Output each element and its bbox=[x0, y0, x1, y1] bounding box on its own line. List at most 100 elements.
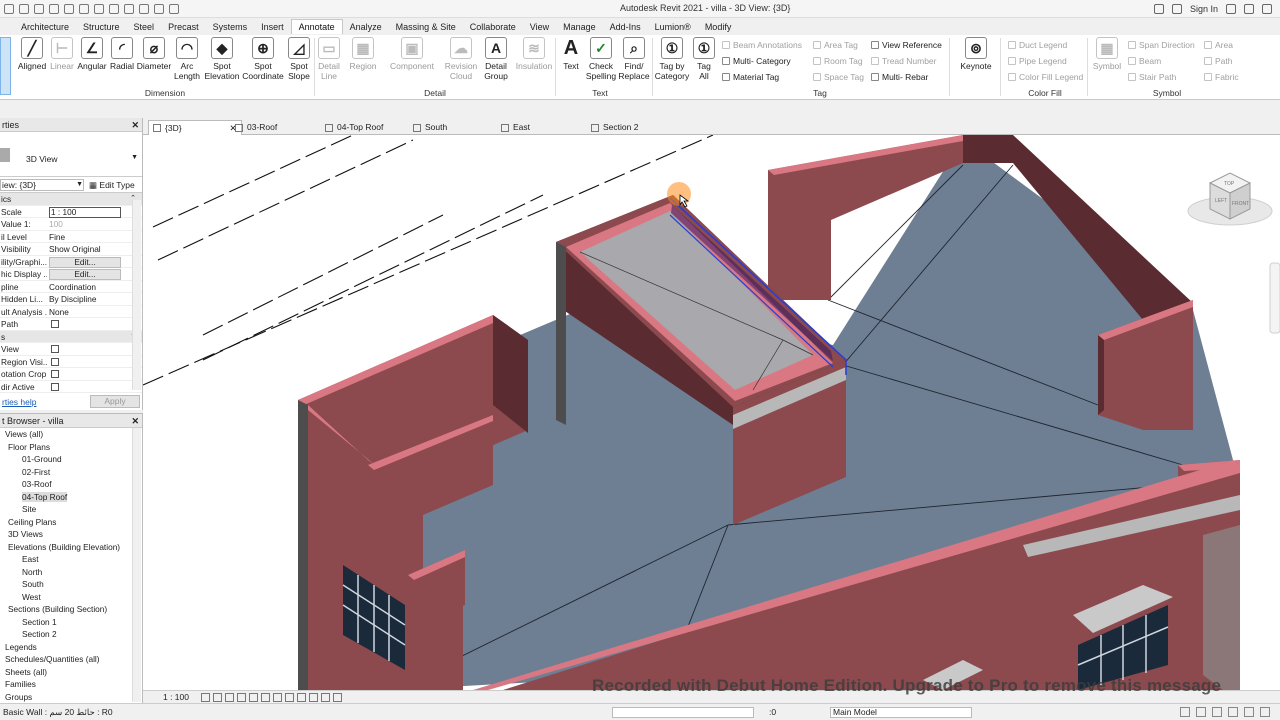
browser-node[interactable]: Site bbox=[0, 503, 142, 516]
multi-category-button[interactable]: Multi- Category bbox=[722, 56, 791, 66]
browser-node[interactable]: Legends bbox=[0, 641, 142, 654]
area-tag-button[interactable]: Area Tag bbox=[813, 40, 858, 50]
render-icon[interactable] bbox=[249, 693, 258, 702]
select-pinned-icon[interactable] bbox=[1212, 707, 1222, 717]
aligned-dimension-button[interactable]: ╱ Aligned bbox=[16, 37, 48, 71]
view-instance-select[interactable]: iew: {3D} ▼ bbox=[0, 179, 84, 191]
measure-icon[interactable] bbox=[79, 4, 89, 14]
stair-path-button[interactable]: Stair Path bbox=[1128, 72, 1176, 82]
revision-cloud-button[interactable]: ☁ Revision Cloud bbox=[442, 37, 480, 81]
3d-view-icon[interactable] bbox=[109, 4, 119, 14]
property-row[interactable]: ult Analysis ... None bbox=[0, 306, 142, 318]
browser-node[interactable]: Schedules/Quantities (all) bbox=[0, 653, 142, 666]
select-links-icon[interactable] bbox=[1180, 707, 1190, 717]
property-row[interactable]: Scale 1 : 100 bbox=[0, 206, 142, 218]
property-row[interactable]: Path bbox=[0, 318, 142, 331]
thin-lines-icon[interactable] bbox=[139, 4, 149, 14]
close-hidden-icon[interactable] bbox=[154, 4, 164, 14]
print-icon[interactable] bbox=[64, 4, 74, 14]
search-icon[interactable] bbox=[1153, 4, 1164, 14]
select-underlay-icon[interactable] bbox=[1196, 707, 1206, 717]
filter-icon[interactable] bbox=[1260, 707, 1270, 717]
property-row[interactable]: il Level Fine bbox=[0, 231, 142, 243]
sun-path-icon[interactable] bbox=[225, 693, 234, 702]
ribbon-tab-steel[interactable]: Steel bbox=[127, 20, 162, 34]
view-tab[interactable]: South bbox=[413, 120, 447, 135]
property-checkbox[interactable] bbox=[51, 370, 59, 378]
browser-node[interactable]: 04-Top Roof bbox=[0, 491, 142, 504]
help-icon[interactable] bbox=[1262, 4, 1272, 14]
symbol-button[interactable]: ▦ Symbol bbox=[1090, 37, 1124, 71]
apply-button[interactable]: Apply bbox=[90, 395, 140, 408]
drag-elements-icon[interactable] bbox=[1244, 707, 1254, 717]
property-checkbox[interactable] bbox=[51, 345, 59, 353]
path-symbol-button[interactable]: Path bbox=[1204, 56, 1233, 66]
text-button[interactable]: A Text bbox=[558, 37, 584, 71]
select-by-face-icon[interactable] bbox=[1228, 707, 1238, 717]
detail-group-button[interactable]: A Detail Group bbox=[482, 37, 510, 81]
highlight-displacement-icon[interactable] bbox=[333, 693, 342, 702]
property-input[interactable]: 1 : 100 bbox=[49, 206, 121, 218]
property-row[interactable]: Value 1: 100 bbox=[0, 218, 142, 231]
property-row[interactable]: hic Display ... Edit... bbox=[0, 268, 142, 281]
browser-node[interactable]: Section 1 bbox=[0, 616, 142, 629]
material-tag-button[interactable]: Material Tag bbox=[722, 72, 779, 82]
text-icon[interactable] bbox=[94, 4, 104, 14]
browser-node[interactable]: 03-Roof bbox=[0, 478, 142, 491]
browser-node[interactable]: 01-Ground bbox=[0, 453, 142, 466]
ribbon-tab-view[interactable]: View bbox=[523, 20, 556, 34]
insulation-button[interactable]: ≋ Insulation bbox=[514, 37, 554, 71]
fabric-symbol-button[interactable]: Fabric bbox=[1204, 72, 1239, 82]
temporary-hide-icon[interactable] bbox=[297, 693, 306, 702]
angular-dimension-button[interactable]: ∠ Angular bbox=[76, 37, 108, 71]
property-row[interactable]: Hidden Li... By Discipline bbox=[0, 293, 142, 306]
lock-icon[interactable] bbox=[285, 693, 294, 702]
properties-section-header[interactable]: ics ⌃ bbox=[0, 193, 142, 206]
ribbon-tab-insert[interactable]: Insert bbox=[254, 20, 291, 34]
area-symbol-button[interactable]: Area bbox=[1204, 40, 1233, 50]
tag-all-button[interactable]: ① Tag All bbox=[692, 37, 716, 81]
span-direction-button[interactable]: Span Direction bbox=[1128, 40, 1195, 50]
ribbon-tab-add-ins[interactable]: Add-Ins bbox=[603, 20, 648, 34]
undo-icon[interactable] bbox=[34, 4, 44, 14]
properties-scrollbar[interactable] bbox=[132, 200, 141, 390]
property-row[interactable]: pline Coordination bbox=[0, 281, 142, 293]
multi-rebar-button[interactable]: Multi- Rebar bbox=[871, 72, 928, 82]
spot-coordinate-button[interactable]: ⊕ Spot Coordinate bbox=[242, 37, 284, 81]
space-tag-button[interactable]: Space Tag bbox=[813, 72, 864, 82]
properties-section-header[interactable]: s⌃ bbox=[0, 330, 142, 343]
type-selector[interactable]: 3D View ▼ bbox=[0, 132, 142, 177]
ribbon-tab-architecture[interactable]: Architecture bbox=[14, 20, 76, 34]
close-icon[interactable]: ✕ bbox=[131, 414, 139, 428]
view-tab[interactable]: 03-Roof bbox=[235, 120, 277, 135]
property-edit-button[interactable]: Edit... bbox=[49, 256, 121, 268]
property-row[interactable]: Region Visi... bbox=[0, 356, 142, 368]
keynote-button[interactable]: ⊚ Keynote bbox=[956, 37, 996, 71]
browser-node[interactable]: Elevations (Building Elevation) bbox=[0, 541, 142, 554]
view-scale[interactable]: 1 : 100 bbox=[163, 691, 189, 703]
dimension-group-label[interactable]: Dimension bbox=[120, 88, 210, 98]
browser-node[interactable]: 02-First bbox=[0, 466, 142, 479]
detail-level-icon[interactable] bbox=[201, 693, 210, 702]
browser-node[interactable]: South bbox=[0, 578, 142, 591]
property-row[interactable]: View bbox=[0, 343, 142, 356]
edit-type-button[interactable]: ▦ Edit Type bbox=[89, 180, 135, 191]
view-tab[interactable]: {3D} ✕ bbox=[148, 120, 242, 135]
property-checkbox[interactable] bbox=[51, 357, 59, 366]
find-replace-button[interactable]: ⌕ Find/ Replace bbox=[618, 37, 650, 81]
navigation-bar[interactable] bbox=[1269, 262, 1280, 334]
ribbon-tab-structure[interactable]: Structure bbox=[76, 20, 127, 34]
spot-elevation-button[interactable]: ◆ Spot Elevation bbox=[202, 37, 242, 81]
close-icon[interactable]: ✕ bbox=[131, 118, 139, 132]
model-3d-render[interactable]: TOP FRONT LEFT bbox=[143, 135, 1280, 690]
property-checkbox[interactable] bbox=[51, 320, 59, 328]
shadows-icon[interactable] bbox=[237, 693, 246, 702]
linear-dimension-button[interactable]: ⊢ Linear bbox=[48, 37, 76, 71]
tread-number-button[interactable]: Tread Number bbox=[871, 56, 936, 66]
workset-selector[interactable] bbox=[612, 707, 754, 718]
modify-button[interactable] bbox=[0, 37, 11, 95]
view-tab[interactable]: Section 2 bbox=[591, 120, 638, 135]
browser-node[interactable]: Ceiling Plans bbox=[0, 516, 142, 529]
browser-node[interactable]: Sheets (all) bbox=[0, 666, 142, 679]
ribbon-tab-collaborate[interactable]: Collaborate bbox=[463, 20, 523, 34]
